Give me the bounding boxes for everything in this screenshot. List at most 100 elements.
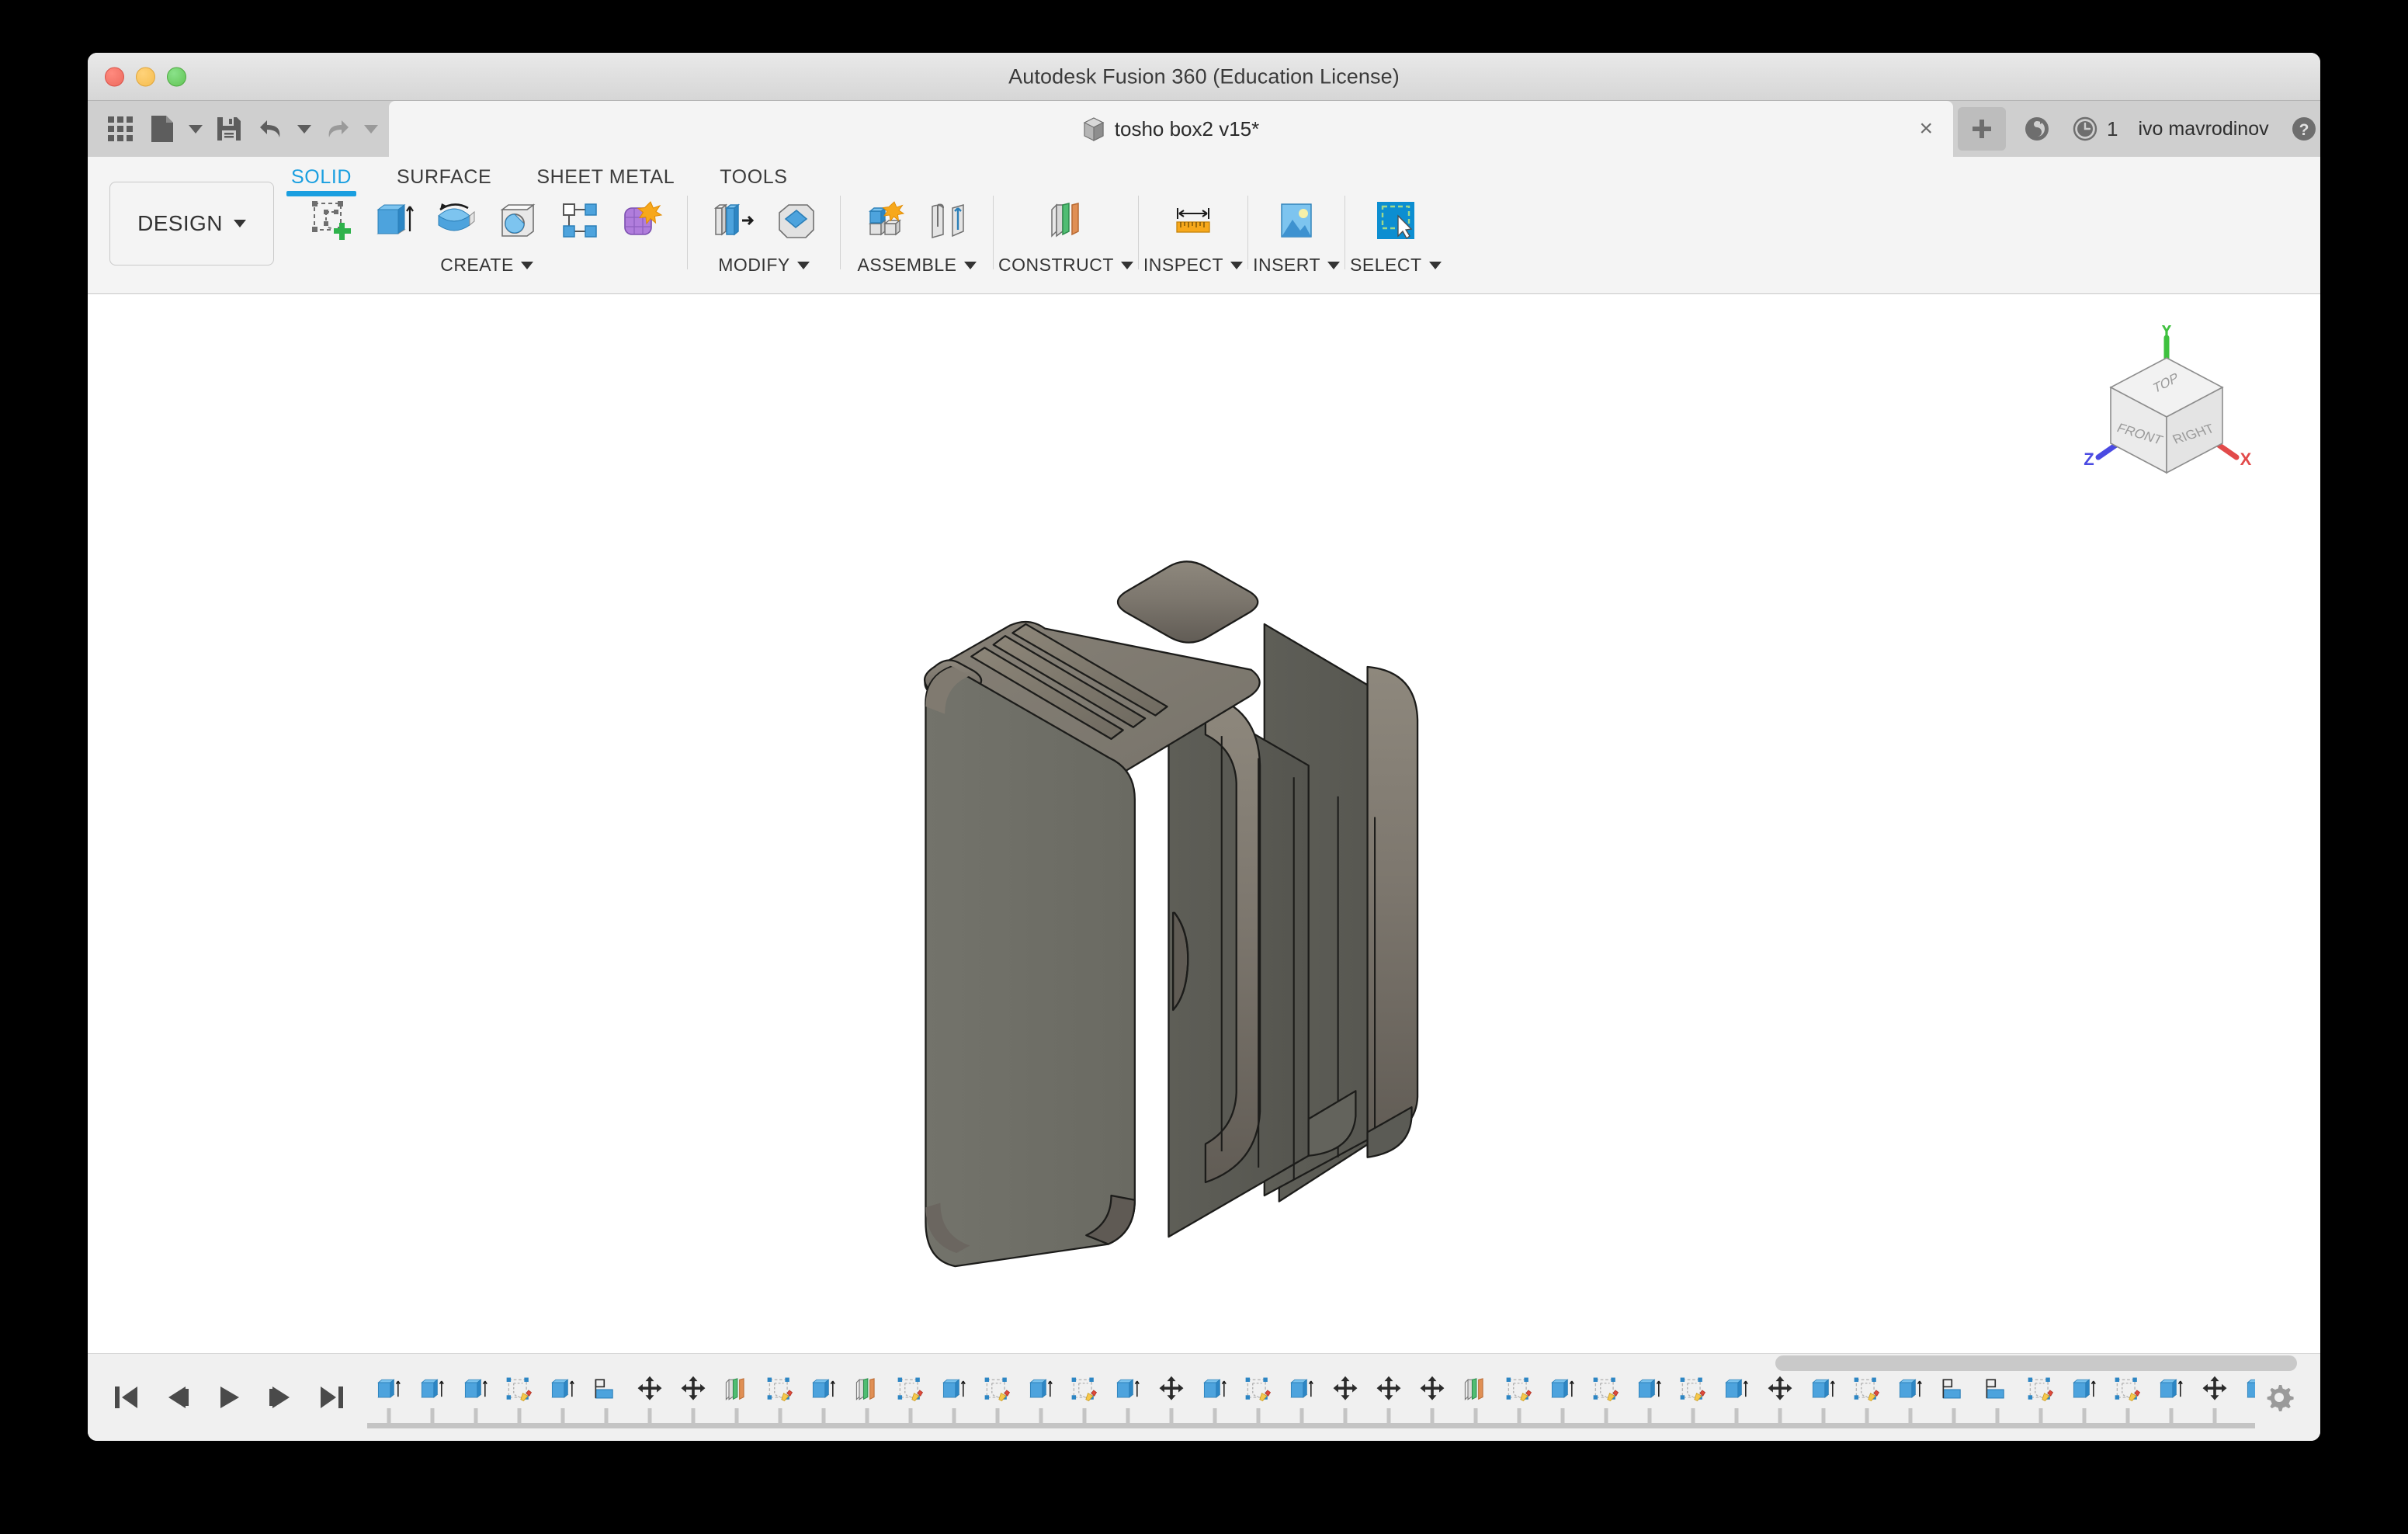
fillet-tool[interactable]: [765, 191, 824, 250]
timeline-feature-mirror[interactable]: [1932, 1354, 1976, 1441]
user-name[interactable]: ivo mavrodinov: [2138, 118, 2268, 141]
timeline-feature-plane[interactable]: [715, 1354, 758, 1441]
rectangular-pattern-tool[interactable]: [550, 191, 609, 250]
timeline-feature-mirror[interactable]: [1976, 1354, 2019, 1441]
select-tool[interactable]: [1366, 191, 1425, 250]
timeline-feature-extrude[interactable]: [411, 1354, 454, 1441]
file-menu-caret[interactable]: [186, 110, 206, 148]
extrude-tool[interactable]: [364, 191, 423, 250]
sketch-icon: [502, 1373, 536, 1407]
timeline-feature-move[interactable]: [628, 1354, 671, 1441]
redo-caret[interactable]: [361, 110, 381, 148]
timeline-feature-extrude[interactable]: [1019, 1354, 1063, 1441]
chevron-down-icon: [1327, 261, 1341, 269]
assemble-panel-label[interactable]: ASSEMBLE: [858, 255, 977, 276]
timeline-feature-extrude[interactable]: [1802, 1354, 1845, 1441]
timeline-feature-mirror[interactable]: [585, 1354, 628, 1441]
new-document-tab-button[interactable]: [1958, 107, 2006, 151]
timeline-track[interactable]: [367, 1354, 2255, 1441]
timeline-feature-move[interactable]: [1410, 1354, 1454, 1441]
undo-caret[interactable]: [294, 110, 314, 148]
tab-tools[interactable]: TOOLS: [720, 161, 787, 195]
3d-canvas[interactable]: Y X Z TOP FRONT RIGHT: [88, 294, 2320, 1354]
help-icon[interactable]: ?: [2289, 114, 2319, 144]
timeline-feature-sketch[interactable]: [1584, 1354, 1628, 1441]
timeline-feature-sketch[interactable]: [1497, 1354, 1541, 1441]
job-status-icon[interactable]: [2023, 115, 2051, 143]
select-panel-label[interactable]: SELECT: [1350, 255, 1442, 276]
timeline-step-back[interactable]: [161, 1380, 195, 1414]
press-pull-tool[interactable]: [703, 191, 762, 250]
timeline-feature-extrude[interactable]: [1715, 1354, 1758, 1441]
timeline-feature-extrude[interactable]: [1106, 1354, 1150, 1441]
timeline-feature-sketch[interactable]: [889, 1354, 932, 1441]
insert-image-tool[interactable]: [1267, 191, 1326, 250]
timeline-feature-extrude[interactable]: [367, 1354, 411, 1441]
revolve-tool[interactable]: [426, 191, 485, 250]
save-button[interactable]: [210, 110, 248, 148]
timeline-feature-sketch[interactable]: [1237, 1354, 1280, 1441]
view-cube[interactable]: Y X Z TOP FRONT RIGHT: [2078, 321, 2257, 481]
timeline-feature-extrude[interactable]: [802, 1354, 845, 1441]
tab-surface[interactable]: SURFACE: [397, 161, 491, 195]
timeline-feature-extrude[interactable]: [2150, 1354, 2193, 1441]
timeline-feature-extrude[interactable]: [1889, 1354, 1932, 1441]
timeline-feature-sketch[interactable]: [498, 1354, 541, 1441]
timeline-feature-plane[interactable]: [1454, 1354, 1497, 1441]
sketch-icon: [1676, 1373, 1710, 1407]
joint-tool[interactable]: [918, 191, 977, 250]
show-data-panel-button[interactable]: [102, 110, 139, 148]
timeline-feature-extrude[interactable]: [541, 1354, 585, 1441]
close-document-tab-button[interactable]: ×: [1919, 117, 1933, 141]
timeline-play[interactable]: [212, 1380, 246, 1414]
timeline-feature-move[interactable]: [1758, 1354, 1802, 1441]
create-panel-label[interactable]: CREATE: [440, 255, 533, 276]
undo-button[interactable]: [252, 110, 290, 148]
timeline-feature-sketch[interactable]: [2106, 1354, 2150, 1441]
timeline-feature-extrude[interactable]: [454, 1354, 498, 1441]
measure-tool[interactable]: [1164, 191, 1223, 250]
timeline-feature-move[interactable]: [1150, 1354, 1193, 1441]
notification-count: 1: [2107, 116, 2118, 141]
timeline-feature-sketch[interactable]: [976, 1354, 1019, 1441]
workspace-selector-button[interactable]: DESIGN: [109, 182, 274, 266]
construct-panel-label[interactable]: CONSTRUCT: [998, 255, 1133, 276]
tab-sheet-metal[interactable]: SHEET METAL: [536, 161, 675, 195]
clock-icon[interactable]: [2071, 115, 2099, 143]
timeline-feature-sketch[interactable]: [758, 1354, 802, 1441]
timeline-feature-sketch[interactable]: [2019, 1354, 2063, 1441]
sketch-icon: [1067, 1373, 1102, 1407]
timeline-feature-sketch[interactable]: [1063, 1354, 1106, 1441]
timeline-feature-move[interactable]: [1367, 1354, 1410, 1441]
redo-button[interactable]: [319, 110, 356, 148]
inspect-panel-label[interactable]: INSPECT: [1143, 255, 1244, 276]
timeline-feature-sketch[interactable]: [1845, 1354, 1889, 1441]
hole-tool[interactable]: [488, 191, 547, 250]
tosho-box-body[interactable]: [88, 294, 2320, 1353]
model-viewport[interactable]: [88, 294, 2320, 1353]
timeline-go-to-end[interactable]: [314, 1380, 349, 1414]
timeline-step-forward[interactable]: [263, 1380, 297, 1414]
timeline-feature-move[interactable]: [671, 1354, 715, 1441]
timeline-feature-move[interactable]: [1324, 1354, 1367, 1441]
file-menu-button[interactable]: [144, 110, 181, 148]
timeline-feature-extrude[interactable]: [1280, 1354, 1324, 1441]
create-sketch-tool[interactable]: [302, 191, 361, 250]
timeline-feature-plane[interactable]: [845, 1354, 889, 1441]
tab-solid[interactable]: SOLID: [286, 161, 357, 196]
timeline-go-to-beginning[interactable]: [109, 1380, 144, 1414]
timeline-feature-extrude[interactable]: [2236, 1354, 2255, 1441]
document-tab[interactable]: tosho box2 v15* ×: [389, 101, 1953, 157]
timeline-feature-move[interactable]: [2193, 1354, 2236, 1441]
timeline-feature-extrude[interactable]: [2063, 1354, 2106, 1441]
timeline-feature-extrude[interactable]: [932, 1354, 976, 1441]
insert-panel-label[interactable]: INSERT: [1253, 255, 1341, 276]
new-component-tool[interactable]: [856, 191, 915, 250]
form-tool[interactable]: [612, 191, 671, 250]
timeline-feature-extrude[interactable]: [1628, 1354, 1671, 1441]
timeline-feature-extrude[interactable]: [1541, 1354, 1584, 1441]
offset-plane-tool[interactable]: [1036, 191, 1095, 250]
modify-panel-label[interactable]: MODIFY: [718, 255, 810, 276]
timeline-feature-sketch[interactable]: [1671, 1354, 1715, 1441]
timeline-feature-extrude[interactable]: [1193, 1354, 1237, 1441]
